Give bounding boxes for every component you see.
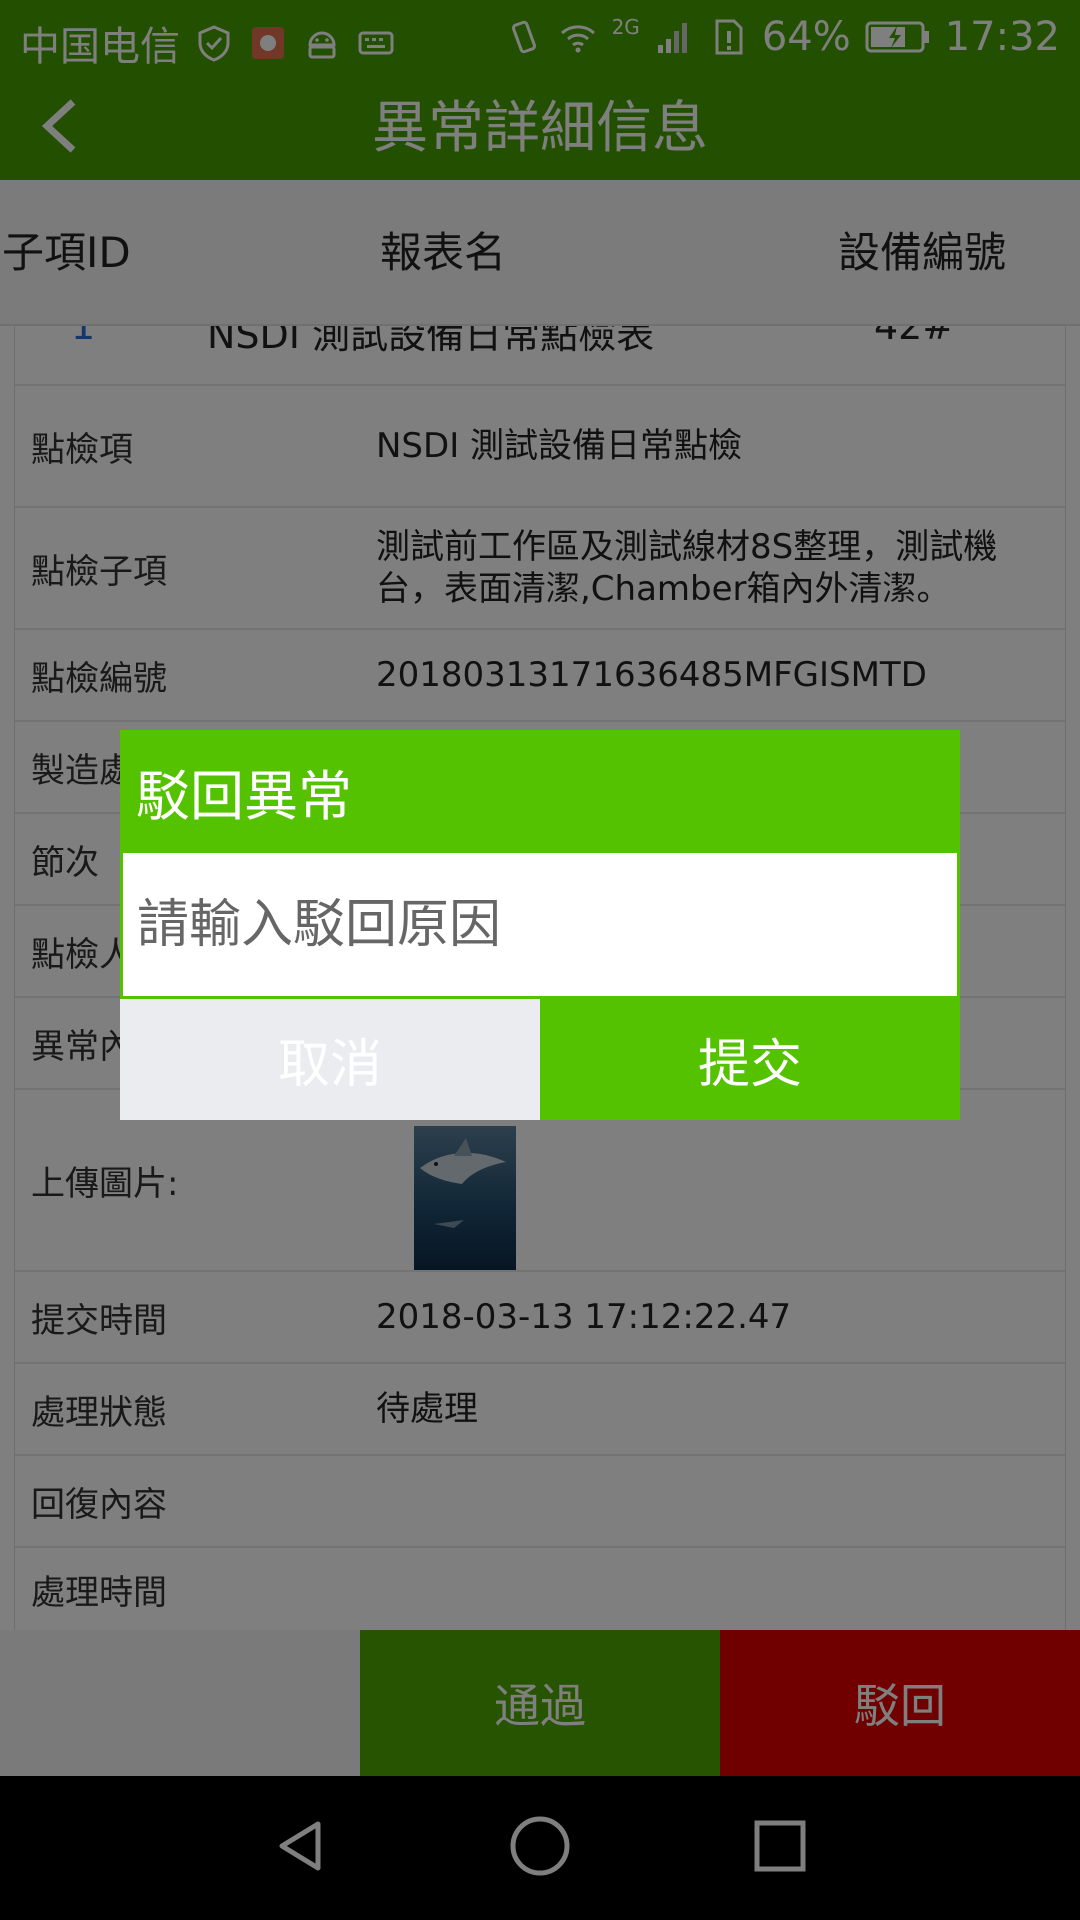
submit-button[interactable]: 提交 (540, 999, 960, 1120)
dialog-title: 駁回異常 (120, 730, 960, 853)
reject-reason-input[interactable] (123, 853, 957, 996)
reject-reason-field-wrapper (120, 853, 960, 999)
reject-dialog: 駁回異常 取消 提交 (120, 730, 960, 1120)
cancel-button[interactable]: 取消 (120, 999, 540, 1120)
